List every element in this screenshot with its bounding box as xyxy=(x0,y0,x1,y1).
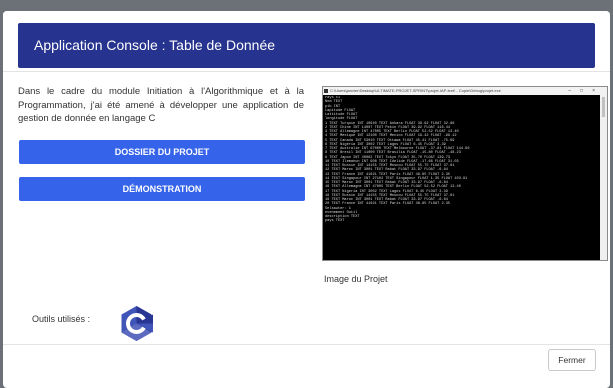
c-language-icon xyxy=(121,306,153,341)
window-controls-icon: –□× xyxy=(568,88,604,94)
header-banner: Application Console : Table de Donnée xyxy=(18,23,595,68)
console-scrollbar xyxy=(600,95,607,260)
project-description: Dans le cadre du module Initiation à l'A… xyxy=(18,86,304,124)
modal-header: Application Console : Table de Donnée xyxy=(3,11,610,72)
demo-button[interactable]: DÉMONSTRATION xyxy=(19,177,305,201)
close-button[interactable]: Fermer xyxy=(548,349,596,371)
console-line: pays TEXT xyxy=(325,219,345,224)
tools-label: Outils utilisés : xyxy=(32,314,91,324)
console-titlebar: C:\Users\janvier\Desktop\ULTIMATE-PROJET… xyxy=(323,87,607,95)
project-modal: Application Console : Table de Donnée Da… xyxy=(3,11,610,388)
modal-title: Application Console : Table de Donnée xyxy=(34,37,276,53)
project-screenshot: C:\Users\janvier\Desktop\ULTIMATE-PROJET… xyxy=(322,86,608,261)
project-folder-button[interactable]: DOSSIER DU PROJET xyxy=(19,140,305,164)
modal-footer-divider xyxy=(3,344,610,345)
console-output: Pays 51 Nom TEXT pib INT Lapitude FLOAT Latt… xyxy=(324,96,599,260)
console-app-icon xyxy=(324,89,328,93)
console-window-title: C:\Users\janvier\Desktop\ULTIMATE-PROJET… xyxy=(330,88,501,93)
image-caption: Image du Projet xyxy=(324,274,388,284)
